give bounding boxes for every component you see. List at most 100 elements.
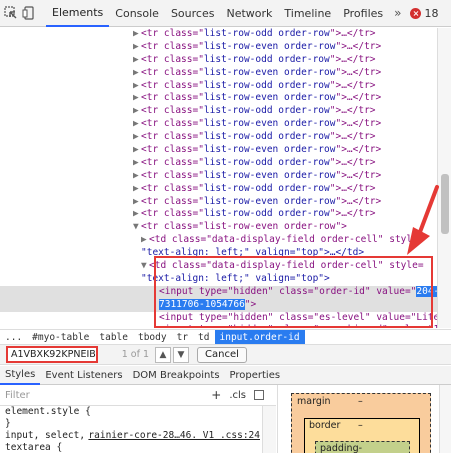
dom-node-td-cont[interactable]: "text-align: left;" valign="top"> <box>0 273 437 286</box>
dom-node-input-es-level[interactable]: <input type="hidden" class="es-level" va… <box>0 312 437 325</box>
dom-node-td-cont[interactable]: "text-align: left;" valign="top">…</td> <box>0 247 437 260</box>
styles-filter-input[interactable]: Filter <box>5 390 211 401</box>
tag-close: ">…</tr> <box>329 105 376 117</box>
attr-value: list-row-odd order-row <box>203 53 330 65</box>
tab-timeline[interactable]: Timeline <box>278 0 337 27</box>
dom-tree-scrollbar-thumb[interactable] <box>441 174 449 234</box>
dom-node-tr[interactable]: ▶ <tr class="list-row-odd order-row">…</t… <box>0 157 437 170</box>
more-tabs-button[interactable]: » <box>389 6 406 20</box>
expand-triangle-icon[interactable]: ▶ <box>133 157 141 170</box>
dom-node-tr[interactable]: ▶ <tr class="list-row-even order-row">…</… <box>0 196 437 209</box>
device-mode-icon[interactable] <box>22 2 36 24</box>
breadcrumb-item[interactable]: tbody <box>133 332 172 343</box>
tab-dom-breakpoints[interactable]: DOM Breakpoints <box>128 366 225 385</box>
style-rule-selector[interactable]: textarea { <box>0 442 262 453</box>
expand-triangle-icon[interactable]: ▶ <box>133 118 141 131</box>
devtools-toolbar: Elements Console Sources Network Timelin… <box>0 0 451 27</box>
expand-triangle-icon[interactable]: ▶ <box>133 170 141 183</box>
find-input[interactable]: A1VBXK92KPNEIB <box>6 346 98 363</box>
margin-value[interactable]: – <box>358 396 363 407</box>
dom-node-tr-open[interactable]: ▼ <tr class="list-row-even order-row"> <box>0 221 437 234</box>
collapse-triangle-icon[interactable]: ▼ <box>133 221 141 234</box>
expand-triangle-icon[interactable]: ▶ <box>133 144 141 157</box>
attr-value: list-row-even order-row <box>203 144 336 156</box>
find-next-button[interactable]: ▼ <box>173 346 189 363</box>
dom-node-tr[interactable]: ▶ <tr class="list-row-odd order-row">…</t… <box>0 105 437 118</box>
dom-node-td[interactable]: ▼ <td class="data-display-field order-cel… <box>0 260 437 273</box>
style-rule-selector[interactable]: input, select, <box>5 430 85 442</box>
tab-styles[interactable]: Styles <box>0 366 41 385</box>
expand-triangle-icon[interactable]: ▶ <box>133 80 141 93</box>
dom-node-tr[interactable]: ▶ <tr class="list-row-odd order-row">…</t… <box>0 54 437 67</box>
tab-profiles[interactable]: Profiles <box>337 0 389 27</box>
element-state-icon[interactable] <box>254 390 264 400</box>
dom-node-input-order-id-cont[interactable]: 7311706-1054766"> <box>0 298 437 312</box>
inspect-element-icon[interactable] <box>4 2 18 24</box>
dom-node-input-order-id[interactable]: <input type="hidden" class="order-id" va… <box>0 285 437 299</box>
dom-node-tr[interactable]: ▶ <tr class="list-row-odd order-row">…</t… <box>0 183 437 196</box>
find-previous-button[interactable]: ▲ <box>155 346 171 363</box>
expand-triangle-icon[interactable]: ▶ <box>133 41 141 54</box>
breadcrumb-item[interactable]: #myo-table <box>27 332 94 343</box>
expand-triangle-icon[interactable]: ▶ <box>141 234 149 247</box>
expand-triangle-icon[interactable]: ▶ <box>133 92 141 105</box>
cancel-button[interactable]: Cancel <box>197 346 247 363</box>
expand-triangle-icon[interactable]: ▶ <box>133 28 141 41</box>
attr-value: list-row-odd order-row <box>203 182 330 194</box>
tab-console[interactable]: Console <box>109 0 165 27</box>
new-style-rule-button[interactable]: + <box>211 388 221 402</box>
expand-triangle-icon[interactable]: ▶ <box>133 183 141 196</box>
dom-node-tr[interactable]: ▶ <tr class="list-row-odd order-row">…</t… <box>0 80 437 93</box>
dom-node-tr[interactable]: ▶ <tr class="list-row-even order-row">…</… <box>0 41 437 54</box>
dom-node-td[interactable]: ▶ <td class="data-display-field order-cel… <box>0 234 437 247</box>
dom-node-tr[interactable]: ▶ <tr class="list-row-odd order-row">…</t… <box>0 208 437 221</box>
tag-open: <input type="hidden" class="order-id" va… <box>159 285 417 297</box>
tag-open: <tr class=" <box>141 28 204 39</box>
expand-triangle-icon[interactable]: ▶ <box>133 196 141 209</box>
border-value[interactable]: – <box>358 420 363 431</box>
styles-filter-row: Filter + .cls <box>0 385 276 406</box>
styles-scrollbar[interactable] <box>262 406 276 453</box>
kebab-menu-icon[interactable]: ⋮ <box>446 6 451 21</box>
tag-close: ">…</tr> <box>329 79 376 91</box>
dom-node-tr[interactable]: ▶ <tr class="list-row-even order-row">…</… <box>0 170 437 183</box>
breadcrumb-item[interactable]: ... <box>0 332 27 343</box>
expand-triangle-icon[interactable]: ▶ <box>133 208 141 221</box>
collapse-triangle-icon[interactable]: ▼ <box>141 260 149 273</box>
tag-close: ">…</tr> <box>329 156 376 168</box>
attr-value: "text-align: left;" valign="top"> <box>141 272 330 284</box>
dom-node-tr[interactable]: ▶ <tr class="list-row-even order-row">…</… <box>0 92 437 105</box>
tag-open: <tr class=" <box>141 53 204 65</box>
tab-event-listeners[interactable]: Event Listeners <box>40 366 127 385</box>
tab-network[interactable]: Network <box>220 0 278 27</box>
dom-tree-scrollbar[interactable] <box>437 28 451 328</box>
tab-elements[interactable]: Elements <box>46 0 110 27</box>
tag-open: <tr class=" <box>141 79 204 91</box>
class-toggle-button[interactable]: .cls <box>229 390 246 401</box>
box-model-scrollbar[interactable] <box>439 385 451 453</box>
style-rule-source-link[interactable]: rainier-core-28…46. V1 .css:24 <box>88 430 260 442</box>
dom-node-input-num-shipped[interactable]: <input type="hidden" class="num-shipped"… <box>0 324 437 328</box>
breadcrumb-item[interactable]: td <box>193 332 214 343</box>
expand-triangle-icon[interactable]: ▶ <box>133 131 141 144</box>
order-id-value: 204- <box>416 285 437 297</box>
dom-node-tr[interactable]: ▶ <tr class="list-row-odd order-row">…</t… <box>0 28 437 41</box>
breadcrumb-item[interactable]: tr <box>172 332 193 343</box>
attr-value: list-row-even order-row <box>203 66 336 78</box>
breadcrumb-item-selected[interactable]: input.order-id <box>214 329 305 345</box>
dom-node-tr[interactable]: ▶ <tr class="list-row-even order-row">…</… <box>0 67 437 80</box>
tab-properties[interactable]: Properties <box>225 366 286 385</box>
dom-node-tr[interactable]: ▶ <tr class="list-row-even order-row">…</… <box>0 144 437 157</box>
dom-node-tr[interactable]: ▶ <tr class="list-row-even order-row">…</… <box>0 118 437 131</box>
style-rule-selector[interactable]: element.style { <box>0 406 262 418</box>
dom-tree: ▶ <tr class="list-row-odd order-row">…</t… <box>0 28 437 328</box>
breadcrumb-item[interactable]: table <box>94 332 133 343</box>
expand-triangle-icon[interactable]: ▶ <box>133 67 141 80</box>
tab-sources[interactable]: Sources <box>165 0 221 27</box>
expand-triangle-icon[interactable]: ▶ <box>133 105 141 118</box>
tag-close: ">…</tr> <box>329 131 376 143</box>
expand-triangle-icon[interactable]: ▶ <box>133 54 141 67</box>
attr-value: list-row-even order-row <box>203 195 336 207</box>
dom-node-tr[interactable]: ▶ <tr class="list-row-odd order-row">…</t… <box>0 131 437 144</box>
error-counter[interactable]: × 18 <box>410 7 438 20</box>
